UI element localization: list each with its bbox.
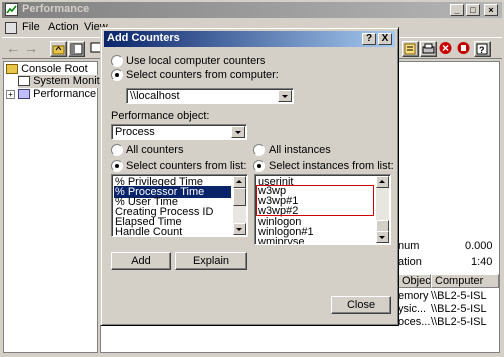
- maximize-icon[interactable]: □: [466, 4, 480, 16]
- explain-button[interactable]: Explain: [175, 252, 247, 270]
- select-instances-label: Select instances from list:: [269, 160, 394, 172]
- freeze-display-icon[interactable]: [456, 41, 473, 57]
- help-button[interactable]: ?: [362, 33, 376, 45]
- column-header-object[interactable]: Object: [398, 274, 434, 288]
- scroll-up-icon[interactable]: [376, 176, 389, 188]
- close-button[interactable]: Close: [331, 296, 391, 314]
- chevron-down-icon[interactable]: [278, 90, 292, 102]
- computer-combo[interactable]: \\localhost: [126, 88, 294, 104]
- computer-value: \\localhost: [130, 90, 180, 102]
- list-item[interactable]: wmiprvse: [258, 236, 304, 244]
- show-tree-icon[interactable]: [68, 41, 85, 57]
- scroll-up-icon[interactable]: [233, 176, 246, 188]
- expand-plus-icon[interactable]: +: [6, 89, 15, 99]
- stat-value: 0.000: [465, 240, 493, 252]
- dialog-close-button[interactable]: X: [378, 33, 392, 45]
- svg-text:?: ?: [479, 45, 485, 55]
- use-local-counters-radio[interactable]: [111, 55, 123, 67]
- performance-object-combo[interactable]: Process: [111, 124, 247, 140]
- up-folder-icon[interactable]: [50, 41, 67, 57]
- w3wp-highlight-annotation: [256, 185, 374, 216]
- stat-value: 1:40: [471, 256, 493, 268]
- close-icon[interactable]: ×: [484, 4, 498, 16]
- menu-action[interactable]: Action: [48, 21, 79, 33]
- instances-listbox[interactable]: userinit w3wp w3wp#1 w3wp#2 winlogon win…: [254, 174, 391, 245]
- mmc-icon[interactable]: [5, 22, 17, 34]
- menu-file[interactable]: File: [22, 21, 40, 33]
- add-button[interactable]: Add: [111, 252, 171, 270]
- dialog-title-bar: Add Counters ? X: [104, 31, 395, 47]
- instances-scrollbar[interactable]: [376, 176, 389, 243]
- all-instances-label: All instances: [269, 144, 331, 156]
- folder-icon: [6, 64, 18, 75]
- select-instances-radio[interactable]: [253, 160, 265, 172]
- counters-listbox[interactable]: % Privileged Time % Processor Time % Use…: [111, 174, 248, 237]
- all-counters-radio[interactable]: [111, 144, 123, 156]
- select-from-computer-label: Select counters from computer:: [126, 69, 279, 81]
- scroll-down-icon[interactable]: [376, 231, 389, 243]
- logs-icon: [18, 89, 31, 100]
- all-counters-label: All counters: [126, 144, 184, 156]
- select-counters-label: Select counters from list:: [126, 160, 247, 172]
- minimize-icon[interactable]: _: [450, 4, 464, 16]
- forward-arrow-icon[interactable]: →: [24, 41, 41, 57]
- performance-object-value: Process: [115, 126, 155, 138]
- console-tree: Console Root System Monitor + Performanc…: [3, 61, 175, 353]
- use-local-counters-label: Use local computer counters: [126, 55, 266, 67]
- all-instances-radio[interactable]: [253, 144, 265, 156]
- performance-app-icon: [5, 3, 18, 16]
- chevron-down-icon[interactable]: [231, 126, 245, 138]
- properties-icon[interactable]: [402, 41, 419, 57]
- main-window-title: Performance: [22, 3, 90, 15]
- main-title-bar: Performance _ □ ×: [2, 2, 502, 18]
- tree-item-system-monitor[interactable]: System Monitor: [18, 75, 110, 88]
- scroll-thumb[interactable]: [233, 188, 246, 206]
- stat-label: num: [398, 240, 420, 252]
- chart-icon: [18, 76, 30, 87]
- select-counters-radio[interactable]: [111, 160, 123, 172]
- back-arrow-icon[interactable]: ←: [6, 41, 23, 57]
- column-header-computer[interactable]: Computer: [431, 274, 499, 288]
- print-icon[interactable]: [420, 41, 437, 57]
- stat-label: ation: [398, 256, 422, 268]
- scroll-down-icon[interactable]: [233, 223, 246, 235]
- dialog-title: Add Counters: [107, 32, 180, 44]
- help-icon[interactable]: ?: [474, 41, 491, 57]
- add-counters-dialog: Add Counters ? X Use local computer coun…: [100, 27, 399, 326]
- counters-scrollbar[interactable]: [233, 176, 246, 235]
- select-from-computer-radio[interactable]: [111, 69, 123, 81]
- list-item[interactable]: Handle Count: [115, 226, 182, 236]
- performance-object-label: Performance object:: [111, 110, 210, 122]
- delete-icon[interactable]: [438, 41, 455, 57]
